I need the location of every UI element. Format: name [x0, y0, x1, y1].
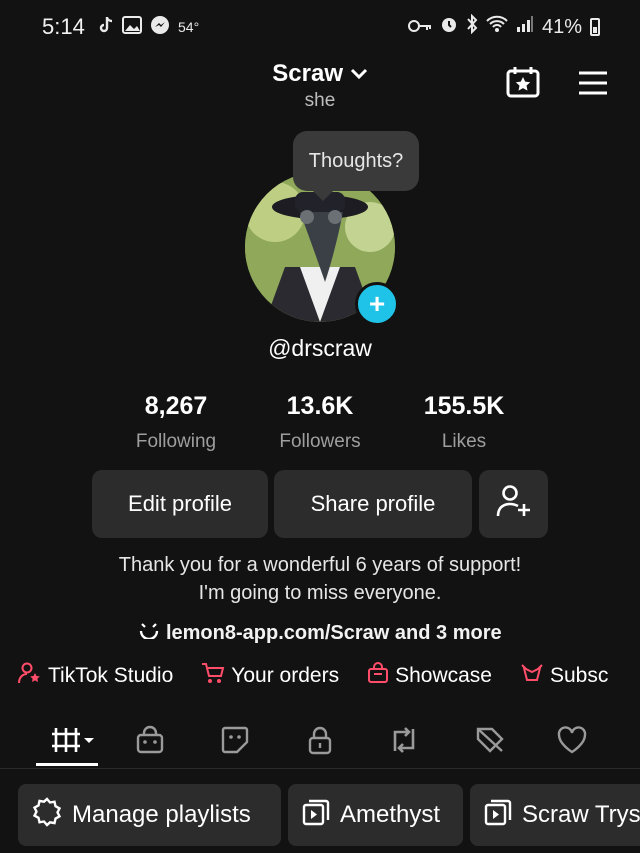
quick-link-tiktok-studio[interactable]: TikTok Studio [18, 662, 173, 690]
link-smile-icon [138, 622, 166, 644]
playlist-label: Scraw Trys [522, 801, 640, 828]
note-bubble[interactable]: Thoughts? [293, 131, 419, 201]
manage-playlists-button[interactable]: Manage playlists [18, 784, 281, 846]
add-story-button[interactable]: + [355, 282, 399, 326]
playlist-amethyst[interactable]: Amethyst [288, 784, 463, 846]
subscription-icon [520, 662, 544, 690]
cart-icon [201, 662, 225, 690]
lock-icon[interactable] [300, 722, 340, 758]
menu-icon[interactable] [577, 70, 609, 96]
status-icons-right: 41% [407, 13, 600, 40]
battery-icon [590, 18, 600, 36]
stat-following-value: 8,267 [144, 392, 208, 420]
stat-following-label: Following [135, 431, 217, 452]
username-label: Scraw [272, 60, 344, 87]
stat-likes-label: Likes [441, 431, 487, 452]
heart-icon[interactable] [552, 722, 592, 758]
quick-link-showcase[interactable]: Showcase [367, 662, 492, 690]
stat-following[interactable]: 8,267 Following [101, 392, 251, 453]
chevron-down-icon [350, 60, 368, 87]
profile-link[interactable]: lemon8-app.com/Scraw and 3 more [0, 621, 640, 645]
playlist-icon [484, 798, 512, 833]
messenger-icon [150, 15, 170, 38]
quick-link-label: Showcase [395, 664, 492, 687]
bio-line-1: Thank you for a wonderful 6 years of sup… [118, 554, 522, 576]
gear-icon [32, 796, 62, 834]
person-star-icon [18, 662, 42, 690]
share-profile-button[interactable]: Share profile [274, 470, 472, 538]
plus-icon: + [368, 288, 386, 319]
quick-link-label: Your orders [231, 664, 340, 687]
quick-link-your-orders[interactable]: Your orders [201, 662, 339, 690]
repost-icon[interactable] [384, 722, 424, 758]
key-icon [407, 16, 432, 39]
profile-link-text: lemon8-app.com/Scraw and 3 more [165, 622, 502, 644]
image-icon [122, 16, 142, 37]
quick-link-label: TikTok Studio [48, 664, 174, 687]
playlist-icon [302, 798, 330, 833]
tagged-icon[interactable] [470, 722, 510, 758]
profile-username-switcher[interactable]: Scraw [0, 60, 640, 88]
alarm-icon [440, 15, 458, 39]
pronouns: she [304, 90, 336, 111]
bio: Thank you for a wonderful 6 years of sup… [0, 551, 640, 607]
content-tabs [0, 714, 640, 766]
status-time: 5:14 [42, 14, 85, 39]
edit-profile-button[interactable]: Edit profile [92, 470, 268, 538]
profile-handle: @drscraw [268, 335, 372, 361]
stat-likes[interactable]: 155.5K Likes [389, 392, 539, 453]
battery-percent: 41% [541, 15, 582, 38]
temperature-text: 54° [178, 18, 200, 35]
tabs-divider [0, 768, 640, 769]
playlist-label: Amethyst [340, 801, 441, 828]
add-person-icon [496, 484, 532, 524]
note-bubble-text: Thoughts? [308, 149, 404, 172]
quick-link-subscription[interactable]: Subsc [520, 662, 608, 690]
stat-followers-label: Followers [279, 431, 361, 452]
stat-likes-value: 155.5K [423, 392, 505, 420]
wifi-icon [486, 15, 508, 39]
share-profile-label: Share profile [310, 491, 436, 516]
bluetooth-icon [466, 13, 478, 40]
tiktok-icon [98, 16, 114, 37]
bag-icon [367, 662, 389, 690]
playlist-scraw-trys[interactable]: Scraw Trys [470, 784, 640, 846]
quick-link-label: Subsc [549, 664, 609, 687]
active-tab-indicator [36, 763, 98, 766]
grid-icon[interactable] [48, 722, 98, 758]
add-friends-button[interactable] [479, 470, 548, 538]
quick-links-row: TikTok Studio Your orders Showcase Subsc [18, 662, 608, 690]
bio-line-2: I'm going to miss everyone. [198, 582, 442, 604]
shop-bag-icon[interactable] [130, 722, 170, 758]
edit-profile-label: Edit profile [128, 491, 232, 516]
signal-icon [516, 15, 534, 39]
status-icons-left: 54° [98, 15, 199, 38]
manage-playlists-label: Manage playlists [72, 801, 251, 828]
sticker-icon[interactable] [215, 722, 255, 758]
stat-followers[interactable]: 13.6K Followers [245, 392, 395, 453]
calendar-star-icon[interactable] [506, 66, 540, 98]
stat-followers-value: 13.6K [286, 392, 354, 420]
